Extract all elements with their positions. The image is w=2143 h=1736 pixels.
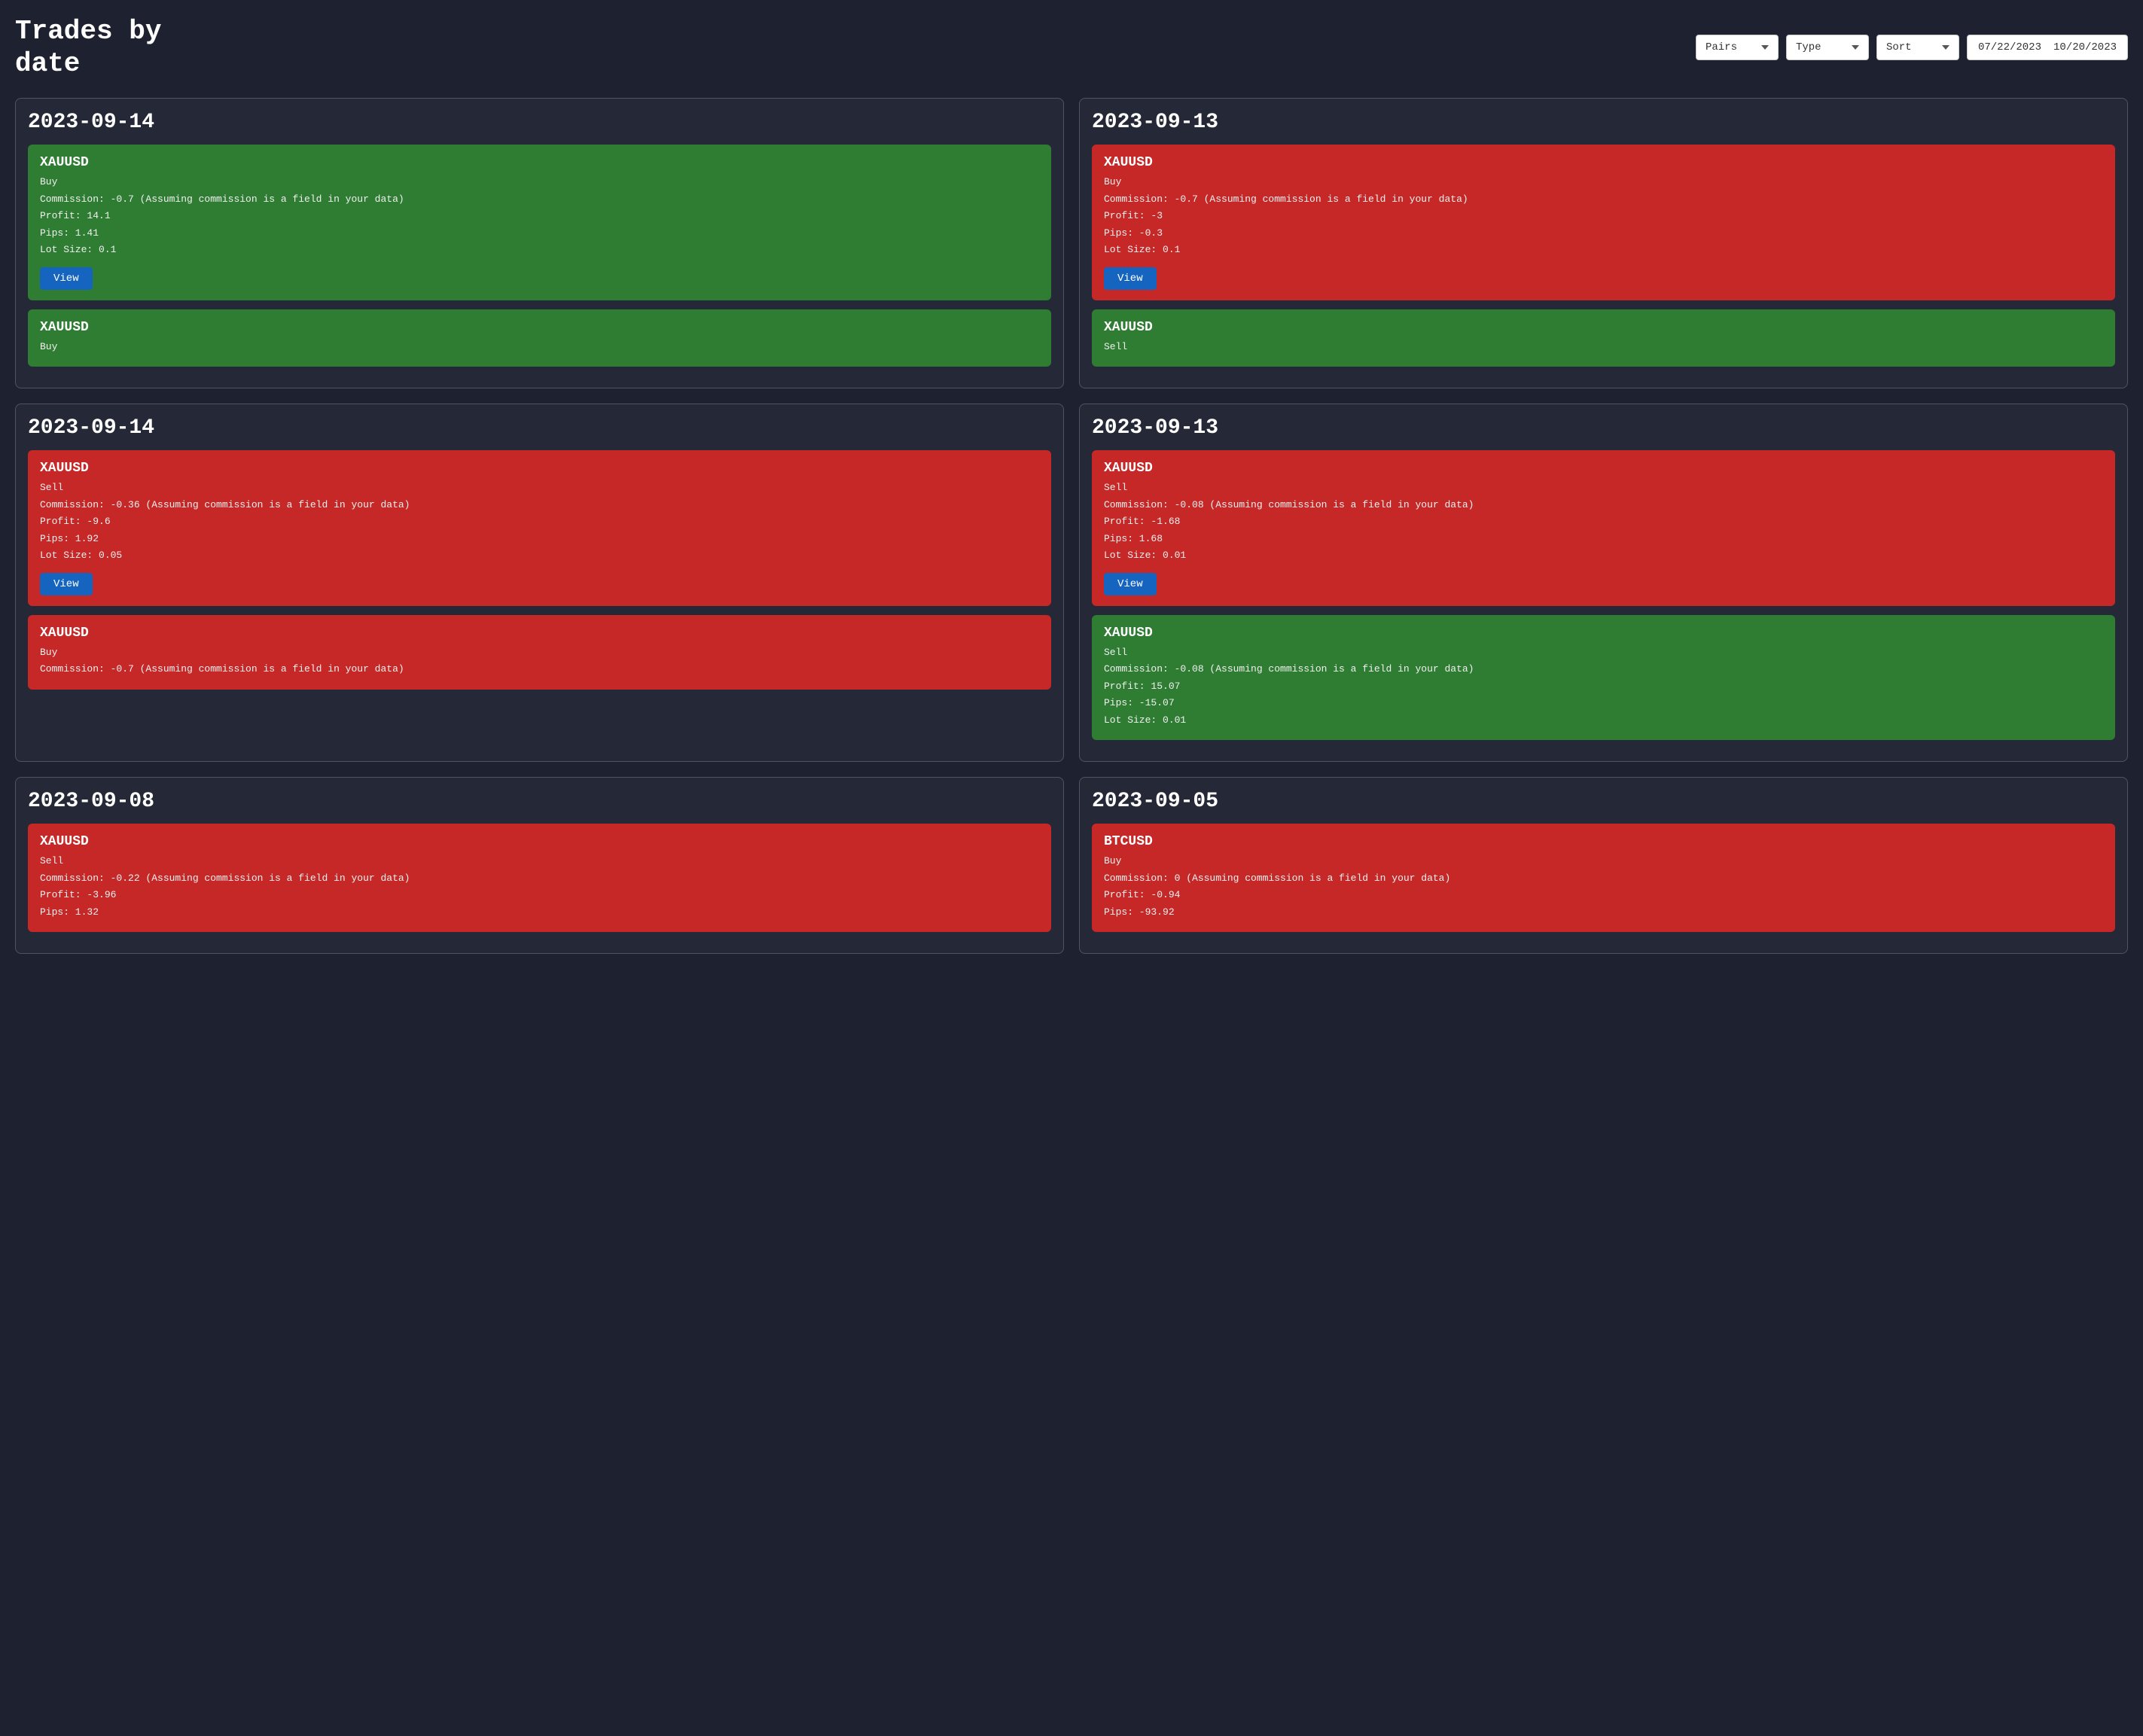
date-heading: 2023-09-13 bbox=[1092, 416, 2115, 440]
date-heading: 2023-09-14 bbox=[28, 111, 1051, 134]
trade-card: XAUUSD Buy Commission: -0.7 (Assuming comm… bbox=[1092, 145, 2115, 300]
trade-commission: Commission: -0.7 (Assuming commission is… bbox=[40, 192, 1039, 207]
trade-symbol: XAUUSD bbox=[1104, 320, 2103, 335]
date-start: 07/22/2023 bbox=[1978, 41, 2041, 53]
trade-direction: Sell bbox=[1104, 340, 2103, 355]
trade-card: XAUUSD Buy bbox=[28, 309, 1051, 367]
date-heading: 2023-09-08 bbox=[28, 790, 1051, 813]
page-title: Trades by date bbox=[15, 15, 166, 80]
trade-lot-size: Lot Size: 0.1 bbox=[1104, 242, 2103, 257]
trade-commission: Commission: -0.7 (Assuming commission is… bbox=[40, 662, 1039, 677]
trade-symbol: XAUUSD bbox=[40, 461, 1039, 476]
trade-symbol: XAUUSD bbox=[40, 626, 1039, 641]
date-section-2023-09-13: 2023-09-13 XAUUSD Sell Commission: -0.08 (A… bbox=[1079, 404, 2128, 762]
trade-profit: Profit: 15.07 bbox=[1104, 679, 2103, 694]
trade-profit: Profit: -1.68 bbox=[1104, 514, 2103, 529]
pairs-chevron-icon bbox=[1761, 45, 1769, 50]
trade-symbol: XAUUSD bbox=[1104, 155, 2103, 170]
view-button[interactable]: View bbox=[40, 267, 93, 290]
trade-symbol: XAUUSD bbox=[40, 155, 1039, 170]
trade-direction: Sell bbox=[1104, 645, 2103, 660]
trade-pips: Pips: 1.41 bbox=[40, 226, 1039, 241]
trade-commission: Commission: -0.08 (Assuming commission i… bbox=[1104, 662, 2103, 677]
trade-lot-size: Lot Size: 0.01 bbox=[1104, 713, 2103, 728]
date-section-2023-09-14: 2023-09-14 XAUUSD Sell Commission: -0.36 (A… bbox=[15, 404, 1064, 762]
date-heading: 2023-09-14 bbox=[28, 416, 1051, 440]
sort-label: Sort bbox=[1886, 41, 1912, 53]
trade-pips: Pips: 1.68 bbox=[1104, 531, 2103, 547]
trade-commission: Commission: -0.08 (Assuming commission i… bbox=[1104, 498, 2103, 513]
trade-lot-size: Lot Size: 0.01 bbox=[1104, 548, 2103, 563]
date-section-2023-09-14: 2023-09-14 XAUUSD Buy Commission: -0.7 (Ass… bbox=[15, 98, 1064, 388]
trade-profit: Profit: -3 bbox=[1104, 209, 2103, 224]
trade-card: BTCUSD Buy Commission: 0 (Assuming commiss… bbox=[1092, 824, 2115, 932]
sort-dropdown[interactable]: Sort bbox=[1876, 35, 1959, 60]
trade-commission: Commission: -0.36 (Assuming commission i… bbox=[40, 498, 1039, 513]
trade-direction: Sell bbox=[40, 854, 1039, 869]
page-header: Trades by date Pairs Type Sort 07/22/202… bbox=[15, 15, 2128, 80]
date-end: 10/20/2023 bbox=[2053, 41, 2117, 53]
pairs-label: Pairs bbox=[1706, 41, 1737, 53]
trade-card: XAUUSD Sell Commission: -0.08 (Assuming co… bbox=[1092, 615, 2115, 741]
trade-pips: Pips: -93.92 bbox=[1104, 905, 2103, 920]
trade-pips: Pips: -0.3 bbox=[1104, 226, 2103, 241]
trade-direction: Buy bbox=[1104, 175, 2103, 190]
date-section-2023-09-08: 2023-09-08 XAUUSD Sell Commission: -0.22 (A… bbox=[15, 777, 1064, 954]
type-dropdown[interactable]: Type bbox=[1786, 35, 1869, 60]
trade-direction: Buy bbox=[40, 645, 1039, 660]
date-section-2023-09-13: 2023-09-13 XAUUSD Buy Commission: -0.7 (Ass… bbox=[1079, 98, 2128, 388]
trade-card: XAUUSD Buy Commission: -0.7 (Assuming comm… bbox=[28, 615, 1051, 690]
trade-profit: Profit: -0.94 bbox=[1104, 888, 2103, 903]
trade-lot-size: Lot Size: 0.05 bbox=[40, 548, 1039, 563]
date-heading: 2023-09-05 bbox=[1092, 790, 2115, 813]
view-button[interactable]: View bbox=[1104, 573, 1157, 595]
trade-direction: Sell bbox=[1104, 480, 2103, 495]
trade-pips: Pips: 1.32 bbox=[40, 905, 1039, 920]
trade-profit: Profit: -3.96 bbox=[40, 888, 1039, 903]
trade-pips: Pips: 1.92 bbox=[40, 531, 1039, 547]
type-chevron-icon bbox=[1852, 45, 1859, 50]
view-button[interactable]: View bbox=[1104, 267, 1157, 290]
date-range[interactable]: 07/22/2023 10/20/2023 bbox=[1967, 35, 2128, 60]
trade-symbol: BTCUSD bbox=[1104, 834, 2103, 849]
trade-card: XAUUSD Sell bbox=[1092, 309, 2115, 367]
trade-lot-size: Lot Size: 0.1 bbox=[40, 242, 1039, 257]
header-controls: Pairs Type Sort 07/22/2023 10/20/2023 bbox=[1696, 35, 2128, 60]
trades-grid: 2023-09-14 XAUUSD Buy Commission: -0.7 (Ass… bbox=[15, 98, 2128, 954]
sort-chevron-icon bbox=[1942, 45, 1949, 50]
view-button[interactable]: View bbox=[40, 573, 93, 595]
trade-commission: Commission: -0.7 (Assuming commission is… bbox=[1104, 192, 2103, 207]
trade-pips: Pips: -15.07 bbox=[1104, 696, 2103, 711]
trade-commission: Commission: -0.22 (Assuming commission i… bbox=[40, 871, 1039, 886]
trade-profit: Profit: -9.6 bbox=[40, 514, 1039, 529]
trade-direction: Buy bbox=[40, 340, 1039, 355]
trade-symbol: XAUUSD bbox=[1104, 461, 2103, 476]
trade-card: XAUUSD Sell Commission: -0.36 (Assuming co… bbox=[28, 450, 1051, 606]
trade-direction: Buy bbox=[1104, 854, 2103, 869]
trade-symbol: XAUUSD bbox=[40, 320, 1039, 335]
trade-card: XAUUSD Buy Commission: -0.7 (Assuming comm… bbox=[28, 145, 1051, 300]
trade-card: XAUUSD Sell Commission: -0.22 (Assuming co… bbox=[28, 824, 1051, 932]
trade-profit: Profit: 14.1 bbox=[40, 209, 1039, 224]
date-heading: 2023-09-13 bbox=[1092, 111, 2115, 134]
trade-symbol: XAUUSD bbox=[40, 834, 1039, 849]
type-label: Type bbox=[1796, 41, 1821, 53]
trade-commission: Commission: 0 (Assuming commission is a … bbox=[1104, 871, 2103, 886]
trade-direction: Sell bbox=[40, 480, 1039, 495]
trade-card: XAUUSD Sell Commission: -0.08 (Assuming co… bbox=[1092, 450, 2115, 606]
trade-symbol: XAUUSD bbox=[1104, 626, 2103, 641]
trade-direction: Buy bbox=[40, 175, 1039, 190]
date-section-2023-09-05: 2023-09-05 BTCUSD Buy Commission: 0 (Assumi… bbox=[1079, 777, 2128, 954]
pairs-dropdown[interactable]: Pairs bbox=[1696, 35, 1779, 60]
